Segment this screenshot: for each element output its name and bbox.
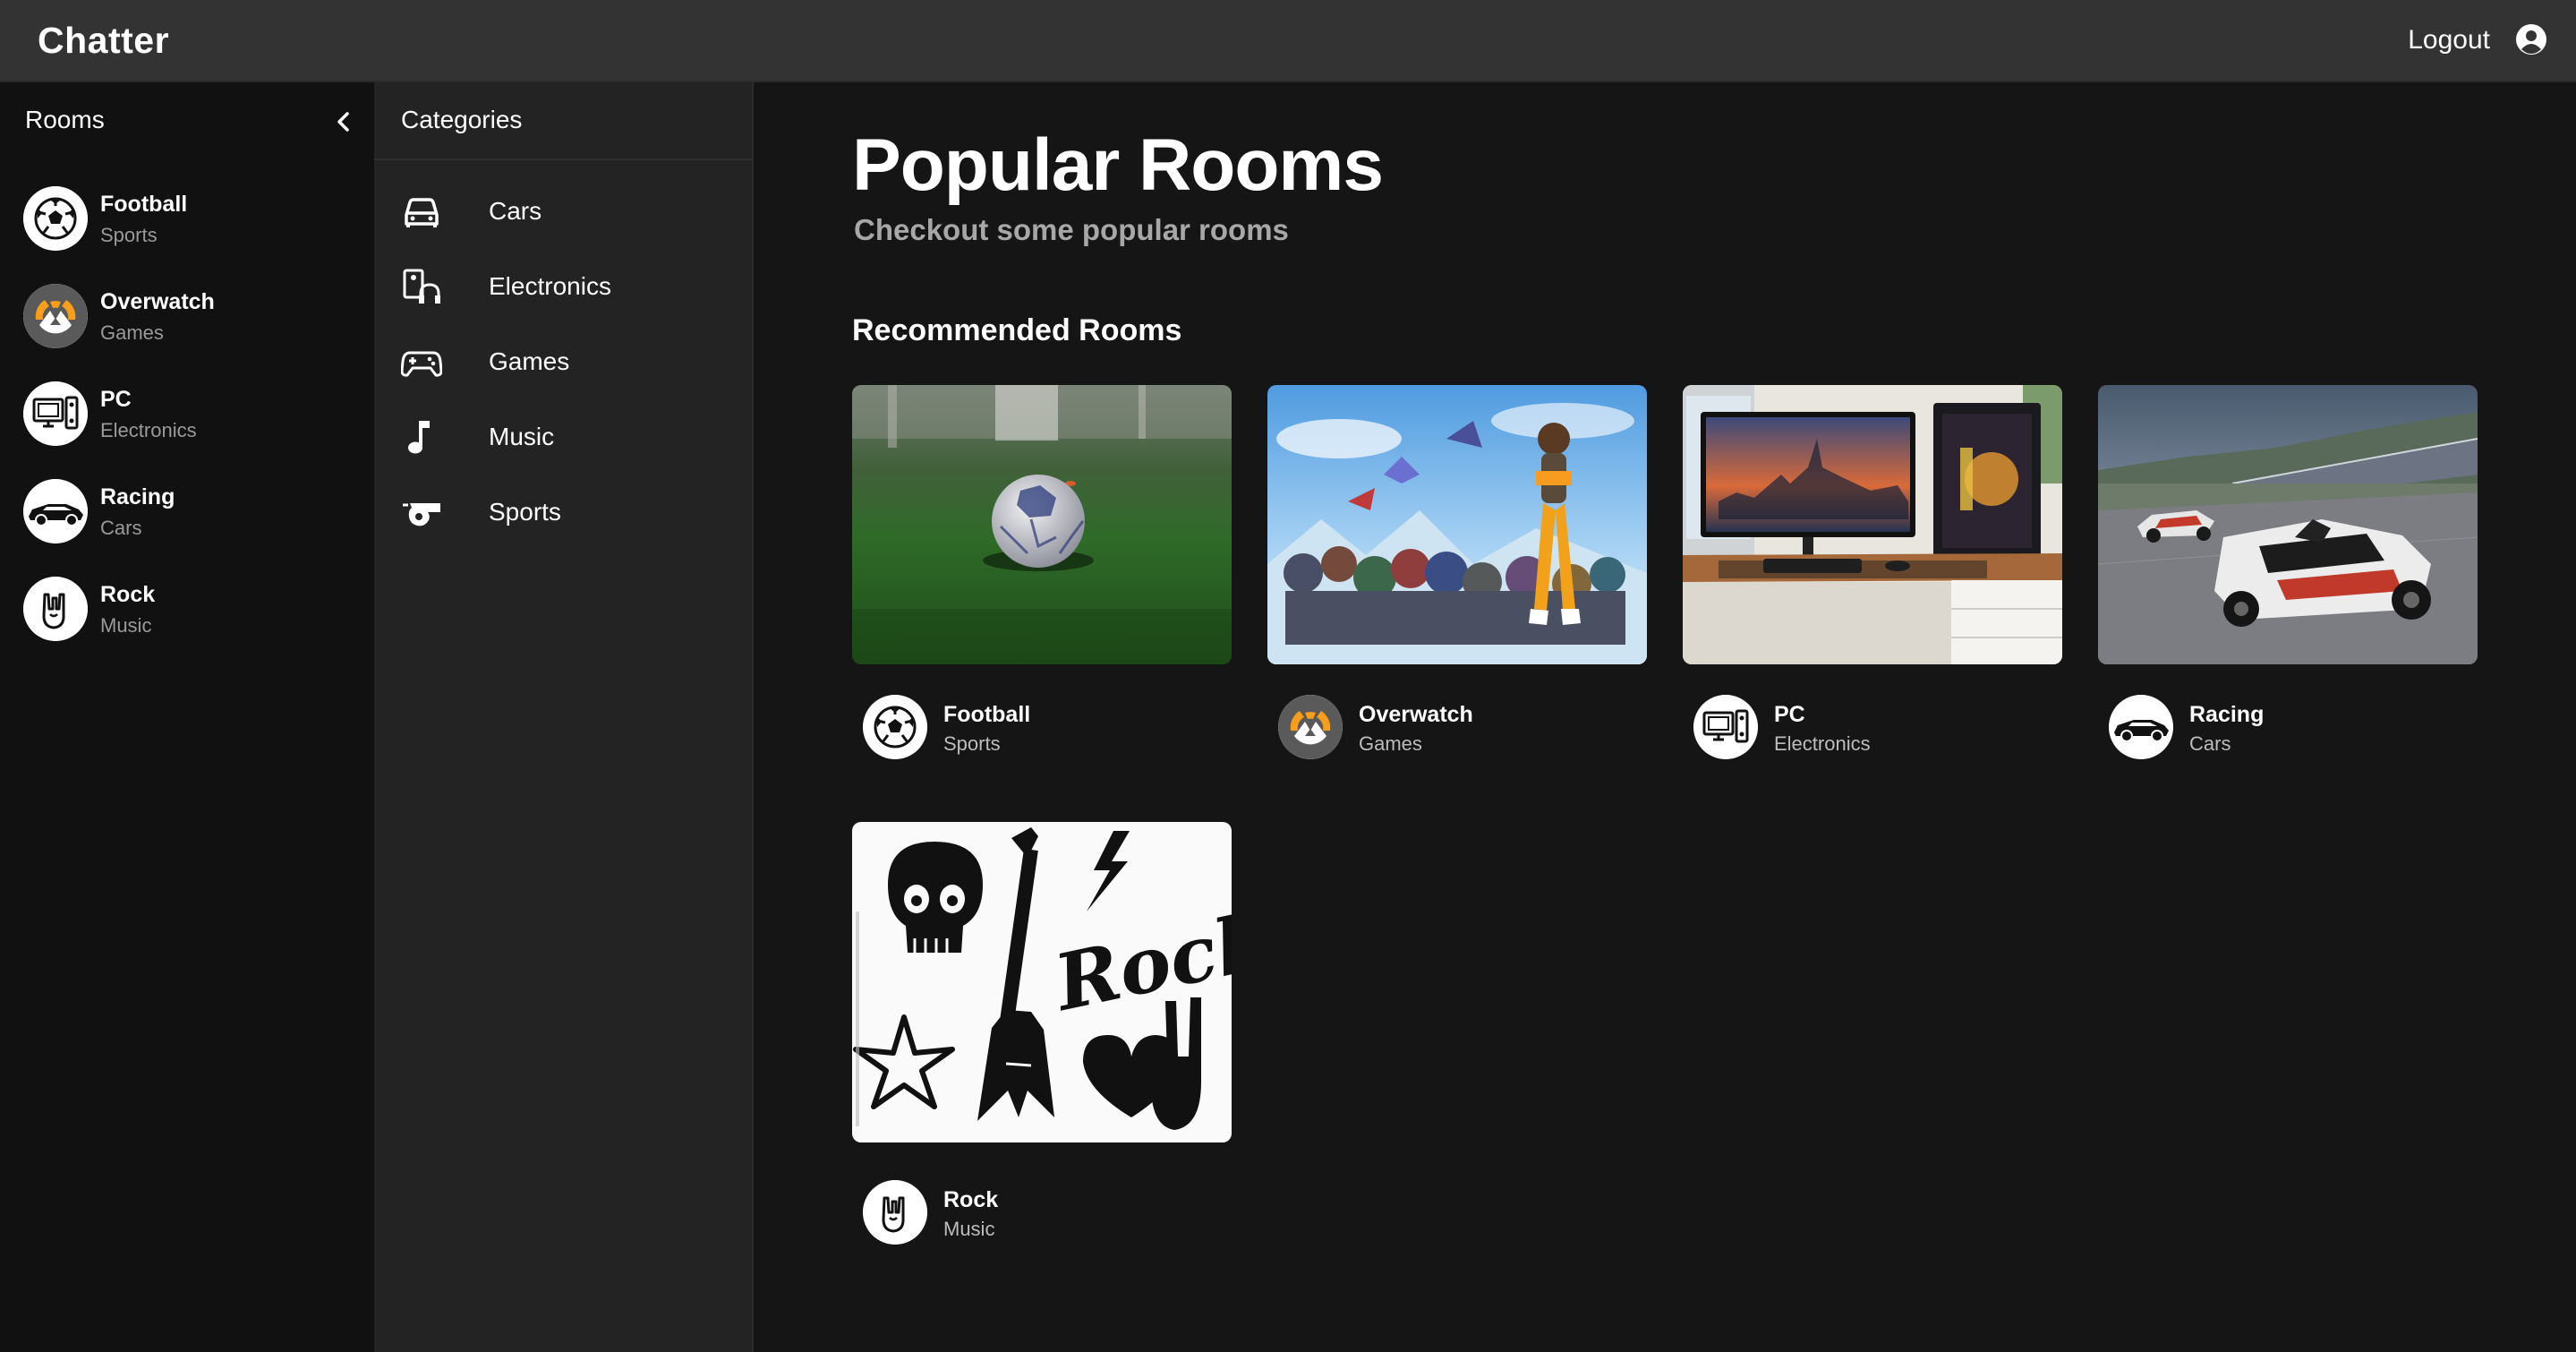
card-room-category: Games (1359, 732, 1422, 755)
football-avatar-icon (23, 186, 88, 251)
room-name: Rock (100, 582, 156, 607)
card-room-name: Rock (943, 1187, 999, 1212)
pc-avatar-icon (1693, 695, 1758, 759)
room-name: Racing (100, 484, 175, 509)
card-room-name: Overwatch (1359, 702, 1473, 727)
football-room-image (852, 385, 1232, 664)
categories-panel: Categories Cars Electronics Games Music … (374, 82, 752, 1352)
top-bar: Chatter Logout (0, 0, 2576, 82)
whistle-icon (403, 503, 440, 526)
sidebar-room-overwatch[interactable]: Overwatch Games (23, 280, 354, 352)
room-name: Overwatch (100, 289, 215, 314)
collapse-sidebar-chevron-icon[interactable] (326, 104, 362, 140)
card-room-category: Cars (2189, 732, 2231, 755)
card-room-category: Music (943, 1218, 995, 1240)
pc-avatar-icon (23, 381, 88, 446)
sidebar-room-pc[interactable]: PC Electronics (23, 378, 354, 449)
category-label: Cars (489, 197, 542, 225)
category-cars[interactable]: Cars (401, 184, 732, 238)
logout-button[interactable]: Logout (2408, 25, 2490, 56)
rock-hand-avatar-icon (23, 577, 88, 641)
overwatch-avatar-icon (23, 284, 88, 348)
category-label: Sports (489, 498, 561, 526)
card-room-name: Racing (2189, 702, 2265, 727)
categories-title: Categories (401, 106, 523, 133)
overwatch-avatar-icon (1278, 695, 1343, 759)
sidebar-room-rock[interactable]: Rock Music (23, 573, 354, 645)
main-content: Popular Rooms Checkout some popular room… (754, 82, 2576, 1352)
rock-hand-avatar-icon (863, 1180, 927, 1245)
room-category: Sports (100, 224, 158, 246)
sidebar-room-racing[interactable]: Racing Cars (23, 475, 354, 547)
rock-room-image: Rock! (852, 822, 1232, 1142)
card-room-name: Football (943, 702, 1031, 727)
category-sports[interactable]: Sports (401, 485, 732, 539)
category-electronics[interactable]: Electronics (401, 260, 732, 313)
page-title: Popular Rooms (852, 124, 1384, 206)
categories-divider (374, 158, 752, 160)
category-music[interactable]: Music (401, 410, 732, 464)
card-room-category: Sports (943, 732, 1001, 755)
overwatch-room-image (1267, 385, 1647, 664)
app-brand[interactable]: Chatter (38, 20, 169, 62)
electronics-icon (403, 269, 440, 304)
racing-car-avatar-icon (2109, 695, 2173, 759)
car-icon (405, 198, 439, 227)
racing-room-image (2098, 385, 2478, 664)
room-category: Music (100, 614, 152, 637)
card-room-name: PC (1774, 702, 1805, 727)
football-avatar-icon (863, 695, 927, 759)
category-games[interactable]: Games (401, 335, 732, 389)
recommended-rooms-heading: Recommended Rooms (852, 313, 1182, 347)
room-category: Electronics (100, 419, 197, 441)
room-category: Games (100, 321, 164, 344)
category-label: Electronics (489, 272, 611, 300)
racing-car-avatar-icon (23, 479, 88, 543)
room-name: PC (100, 387, 132, 412)
user-account-icon[interactable] (2515, 23, 2547, 56)
room-category: Cars (100, 517, 142, 539)
sidebar-room-football[interactable]: Football Sports (23, 183, 354, 254)
page-subtitle: Checkout some popular rooms (854, 213, 1289, 246)
category-label: Games (489, 347, 570, 375)
pc-room-image (1683, 385, 2062, 664)
music-note-icon (408, 421, 430, 454)
category-label: Music (489, 423, 555, 450)
room-name: Football (100, 192, 188, 217)
rooms-sidebar-title: Rooms (25, 106, 105, 133)
rooms-sidebar: Rooms Football Sports Overwatch Games PC… (0, 82, 374, 1352)
card-room-category: Electronics (1774, 732, 1871, 755)
gamepad-icon (401, 351, 442, 377)
